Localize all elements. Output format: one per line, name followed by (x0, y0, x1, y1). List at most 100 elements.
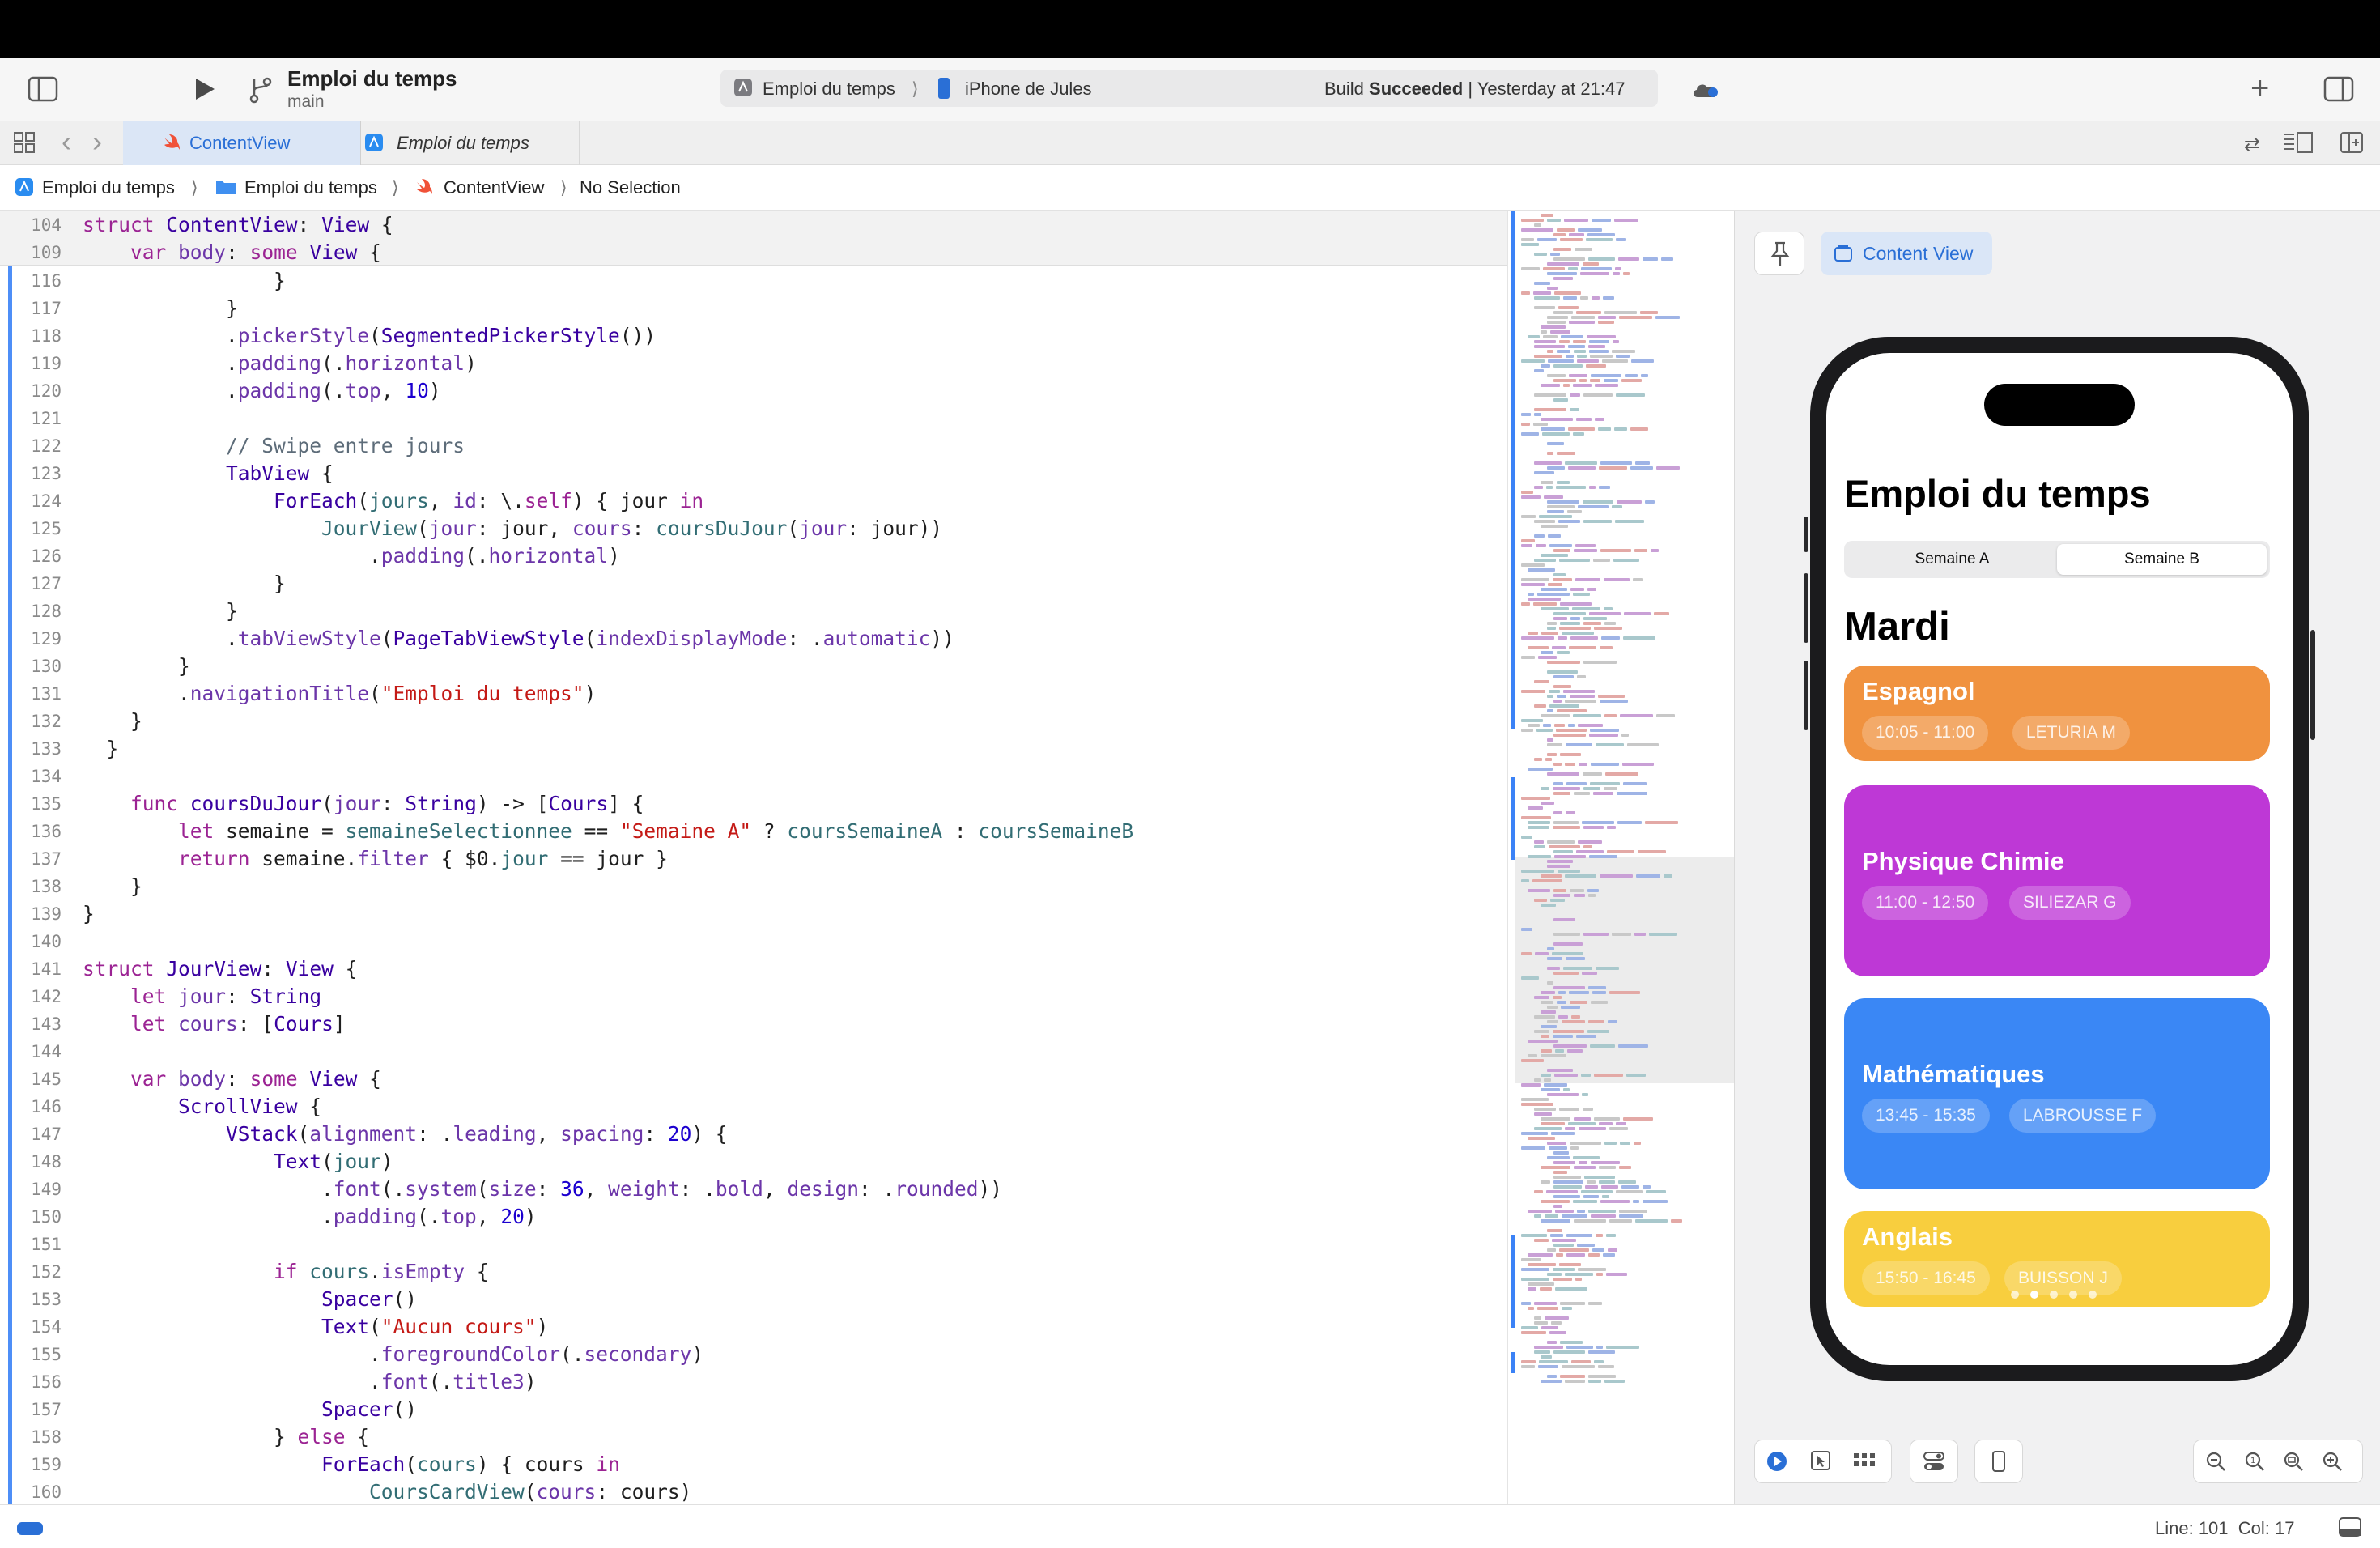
code-text[interactable]: CoursCardView(cours: cours) (83, 1478, 691, 1504)
project-title[interactable]: Emploi du temps (287, 66, 457, 91)
tab-contentview[interactable]: ContentView (123, 121, 361, 165)
code-line[interactable]: 148 Text(jour) (0, 1148, 1507, 1176)
code-text[interactable]: TabView { (83, 460, 334, 487)
jump-group[interactable]: Emploi du temps (244, 177, 377, 198)
code-line[interactable]: 151 (0, 1231, 1507, 1258)
code-text[interactable]: .foregroundColor(.secondary) (83, 1341, 703, 1368)
code-text[interactable]: var body: some View { (83, 1065, 381, 1093)
course-card-physique-chimie[interactable]: Physique Chimie 11:00 - 12:50 SILIEZAR G (1844, 785, 2270, 976)
code-line[interactable]: 153 Spacer() (0, 1286, 1507, 1313)
code-line[interactable]: 129 .tabViewStyle(PageTabViewStyle(index… (0, 625, 1507, 653)
code-text[interactable]: struct JourView: View { (83, 955, 357, 983)
code-text[interactable]: .padding(.horizontal) (83, 350, 477, 377)
code-text[interactable]: .tabViewStyle(PageTabViewStyle(indexDisp… (83, 625, 954, 653)
code-line[interactable]: 152 if cours.isEmpty { (0, 1258, 1507, 1286)
code-text[interactable]: } (83, 598, 238, 625)
code-text[interactable]: Text("Aucun cours") (83, 1313, 548, 1341)
code-line[interactable]: 157 Spacer() (0, 1396, 1507, 1423)
code-line[interactable]: 121 (0, 405, 1507, 432)
code-text[interactable]: } (83, 295, 238, 322)
content-view-button[interactable]: Content View (1821, 232, 1992, 275)
selectable-mode-icon[interactable] (1808, 1450, 1833, 1474)
code-line[interactable]: 146 ScrollView { (0, 1093, 1507, 1121)
pin-button[interactable] (1754, 232, 1804, 275)
cloud-icon[interactable] (1690, 78, 1719, 105)
code-line[interactable]: 124 ForEach(jours, id: \.self) { jour in (0, 487, 1507, 515)
back-icon[interactable]: ‹ (62, 127, 71, 156)
scheme-selector[interactable]: Emploi du temps (763, 79, 895, 100)
code-text[interactable]: JourView(jour: jour, cours: coursDuJour(… (83, 515, 942, 542)
page-indicator[interactable] (2011, 1291, 2108, 1300)
swap-icon[interactable]: ⇄ (2244, 131, 2260, 159)
code-line[interactable]: 158 } else { (0, 1423, 1507, 1451)
code-line[interactable]: 132 } (0, 708, 1507, 735)
zoom-out-icon[interactable] (2204, 1450, 2228, 1474)
branch-icon[interactable] (248, 76, 274, 108)
sticky-code-line[interactable]: 104 struct ContentView: View { (0, 211, 1507, 239)
code-text[interactable]: ForEach(cours) { cours in (83, 1451, 620, 1478)
segment-semaine-a[interactable]: Semaine A (1847, 544, 2057, 575)
sidebar-toggle-icon[interactable] (28, 76, 58, 107)
live-preview-icon[interactable] (1765, 1450, 1789, 1474)
variants-icon[interactable] (1852, 1450, 1876, 1474)
code-line[interactable]: 150 .padding(.top, 20) (0, 1203, 1507, 1231)
add-editor-icon[interactable] (2340, 131, 2364, 159)
device-selector[interactable]: iPhone de Jules (965, 79, 1092, 100)
code-line[interactable]: 119 .padding(.horizontal) (0, 350, 1507, 377)
code-line[interactable]: 145 var body: some View { (0, 1065, 1507, 1093)
forward-icon[interactable]: › (92, 127, 102, 156)
inspector-toggle-icon[interactable] (2323, 76, 2354, 107)
code-text[interactable]: let jour: String (83, 983, 321, 1010)
code-line[interactable]: 138 } (0, 873, 1507, 900)
code-line[interactable]: 133 } (0, 735, 1507, 763)
add-icon[interactable]: + (2250, 72, 2269, 104)
code-text[interactable]: struct ContentView: View { (83, 211, 393, 239)
code-text[interactable]: } (83, 708, 142, 735)
course-card-mathematiques[interactable]: Mathématiques 13:45 - 15:35 LABROUSSE F (1844, 998, 2270, 1189)
code-line[interactable]: 126 .padding(.horizontal) (0, 542, 1507, 570)
panel-toggle-icon[interactable] (2338, 1516, 2362, 1542)
code-text[interactable]: VStack(alignment: .leading, spacing: 20)… (83, 1121, 728, 1148)
code-line[interactable]: 135 func coursDuJour(jour: String) -> [C… (0, 790, 1507, 818)
week-picker[interactable]: Semaine A Semaine B (1844, 541, 2270, 578)
segment-semaine-b[interactable]: Semaine B (2057, 544, 2267, 575)
code-line[interactable]: 143 let cours: [Cours] (0, 1010, 1507, 1038)
code-line[interactable]: 144 (0, 1038, 1507, 1065)
code-text[interactable]: var body: some View { (83, 239, 381, 266)
tab-emploi-du-temps[interactable]: Emploi du temps (361, 121, 580, 165)
debug-area-toggle-icon[interactable] (16, 1520, 44, 1541)
code-line[interactable]: 120 .padding(.top, 10) (0, 377, 1507, 405)
grid-icon[interactable] (13, 131, 36, 160)
code-text[interactable]: } else { (83, 1423, 369, 1451)
code-text[interactable]: } (83, 735, 119, 763)
code-line[interactable]: 160 CoursCardView(cours: cours) (0, 1478, 1507, 1504)
code-line[interactable]: 149 .font(.system(size: 36, weight: .bol… (0, 1176, 1507, 1203)
code-text[interactable]: .font(.title3) (83, 1368, 537, 1396)
zoom-fit-icon[interactable] (2281, 1450, 2306, 1474)
code-line[interactable]: 127 } (0, 570, 1507, 598)
code-line[interactable]: 137 return semaine.filter { $0.jour == j… (0, 845, 1507, 873)
code-text[interactable]: } (83, 900, 95, 928)
code-text[interactable]: if cours.isEmpty { (83, 1258, 489, 1286)
code-line[interactable]: 130 } (0, 653, 1507, 680)
code-text[interactable]: } (83, 653, 190, 680)
code-line[interactable]: 140 (0, 928, 1507, 955)
code-line[interactable]: 159 ForEach(cours) { cours in (0, 1451, 1507, 1478)
code-text[interactable]: func coursDuJour(jour: String) -> [Cours… (83, 790, 644, 818)
code-line[interactable]: 141 struct JourView: View { (0, 955, 1507, 983)
jump-selection[interactable]: No Selection (580, 177, 681, 198)
code-line[interactable]: 116 } (0, 267, 1507, 295)
code-text[interactable]: .navigationTitle("Emploi du temps") (83, 680, 596, 708)
sticky-code-line[interactable]: 109 var body: some View { (0, 239, 1507, 266)
code-line[interactable]: 142 let jour: String (0, 983, 1507, 1010)
code-line[interactable]: 122 // Swipe entre jours (0, 432, 1507, 460)
code-text[interactable]: // Swipe entre jours (83, 432, 465, 460)
code-text[interactable]: } (83, 873, 142, 900)
code-line[interactable]: 128 } (0, 598, 1507, 625)
code-text[interactable]: .padding(.horizontal) (83, 542, 620, 570)
code-text[interactable]: .font(.system(size: 36, weight: .bold, d… (83, 1176, 1002, 1203)
adjust-editor-icon[interactable] (2283, 131, 2314, 159)
code-text[interactable]: Spacer() (83, 1396, 417, 1423)
code-text[interactable]: let cours: [Cours] (83, 1010, 346, 1038)
code-line[interactable]: 131 .navigationTitle("Emploi du temps") (0, 680, 1507, 708)
